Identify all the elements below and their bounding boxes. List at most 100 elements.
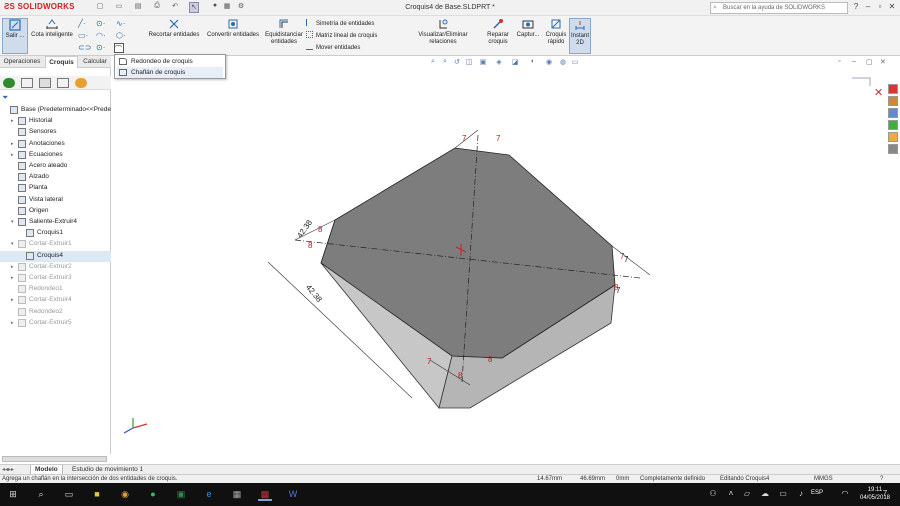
tab-croquis[interactable]: Croquis <box>45 56 78 68</box>
dim-label-left-1[interactable]: 8 <box>308 241 313 250</box>
tab-scroll-icon[interactable]: ◂◂▸▸ <box>2 466 14 473</box>
tab-calcular[interactable]: Calcular <box>79 56 111 68</box>
line-icon[interactable]: ╱· <box>78 19 85 28</box>
viewport-close-icon[interactable]: ✕ <box>880 58 886 66</box>
menu-item-sketch-chamfer[interactable]: Chaflán de croquis <box>117 67 223 78</box>
viewport-restore-icon[interactable]: ▫ <box>838 58 840 65</box>
chrome-icon[interactable]: ◉ <box>118 487 132 501</box>
feature-manager-tab-icon[interactable] <box>3 78 15 88</box>
solidworks-resources-icon[interactable] <box>888 84 898 94</box>
battery-icon[interactable]: ▭ <box>776 487 790 501</box>
tree-item[interactable]: Base (Predeterminado<<Predeterminado> <box>0 105 111 116</box>
section-view-icon[interactable]: ◫ <box>464 58 474 67</box>
hide-show-items-icon[interactable]: ◐ <box>528 58 538 67</box>
display-manager-tab-icon[interactable] <box>75 78 87 88</box>
point-icon[interactable]: ⊙· <box>96 43 105 52</box>
tree-item[interactable]: ▸ Cortar-Extruir3 <box>0 273 111 284</box>
zoom-to-fit-icon[interactable]: ⌕ <box>428 58 438 67</box>
tree-item[interactable]: Alzado <box>0 172 111 183</box>
dim-label-bottom-1[interactable]: 7 <box>427 357 432 366</box>
tree-item[interactable]: Croquis4 <box>0 250 111 262</box>
wifi-icon[interactable]: ◠ <box>838 487 852 501</box>
close-icon[interactable]: ✕ <box>886 2 898 14</box>
edge-icon[interactable]: e <box>202 487 216 501</box>
view-settings-icon[interactable]: ▭ <box>570 58 580 67</box>
onedrive-icon[interactable]: ☁ <box>758 487 772 501</box>
convert-entities-button[interactable]: Convertir entidades <box>204 18 262 54</box>
arc-icon[interactable]: ◠· <box>96 31 106 40</box>
restore-icon[interactable]: ▫ <box>874 2 886 14</box>
property-manager-tab-icon[interactable] <box>21 78 33 88</box>
polygon-icon[interactable]: ⬡· <box>116 31 126 40</box>
capture-button[interactable]: Captur... <box>514 18 542 54</box>
fillet-dropdown-icon[interactable]: ⌒ <box>114 43 124 53</box>
dim-label-left-2[interactable]: 8 <box>318 225 323 234</box>
tab-operaciones[interactable]: Operaciones <box>0 56 44 68</box>
tree-expand-icon[interactable]: ▸ <box>11 141 17 147</box>
file-explorer-taskbar-icon[interactable]: ■ <box>90 487 104 501</box>
tree-item[interactable]: Planta <box>0 183 111 194</box>
tree-expand-icon[interactable]: ▸ <box>11 320 17 326</box>
dim-label-top-1[interactable]: 7 <box>462 134 467 143</box>
circle-icon[interactable]: ⊙· <box>96 19 105 28</box>
volume-icon[interactable]: ♪ <box>794 487 808 501</box>
spline-icon[interactable]: ∿· <box>116 19 125 28</box>
tree-item[interactable]: ▸ Cortar-Extruir2 <box>0 262 111 273</box>
smart-dimension-button[interactable]: Cota inteligente <box>30 18 74 54</box>
notifications-icon[interactable]: 7 <box>878 487 892 501</box>
tree-item[interactable]: Origen <box>0 206 111 217</box>
scene-icon[interactable]: ◍ <box>558 58 568 67</box>
confirmation-corner[interactable]: ✕ <box>852 77 883 99</box>
task-view-icon[interactable]: ▭ <box>62 487 76 501</box>
dynamic-annotation-icon[interactable]: ▣ <box>478 58 488 67</box>
dim-label-bottom-2[interactable]: 8 <box>488 355 493 364</box>
tree-item[interactable]: Sensores <box>0 127 111 138</box>
viewport-minimize-icon[interactable]: – <box>852 58 856 65</box>
dim-label-top-2[interactable]: 7 <box>496 134 501 143</box>
units-selector[interactable]: MMGS <box>814 476 833 482</box>
display-style-icon[interactable]: ◪ <box>510 58 520 67</box>
dimxpert-tab-icon[interactable] <box>57 78 69 88</box>
tree-expand-icon[interactable]: ▸ <box>11 118 17 124</box>
help-icon[interactable]: ? <box>850 2 862 14</box>
view-palette-icon[interactable] <box>888 120 898 130</box>
tree-item[interactable]: Vista lateral <box>0 195 111 206</box>
tree-item[interactable]: ▸ Ecuaciones <box>0 150 111 161</box>
solidworks-taskbar-icon[interactable]: ▩ <box>258 487 272 501</box>
move-entities-button[interactable]: Mover entidades <box>306 43 360 53</box>
tree-item[interactable]: Redondeo1 <box>0 284 111 295</box>
tree-expand-icon[interactable]: ▾ <box>11 219 17 225</box>
custom-properties-icon[interactable] <box>888 144 898 154</box>
design-library-icon[interactable] <box>888 96 898 106</box>
minimize-icon[interactable]: – <box>862 2 874 14</box>
status-help-icon[interactable]: ? <box>880 476 883 482</box>
panel-scrollbar[interactable] <box>2 456 107 462</box>
tree-item[interactable]: Acero aleado <box>0 161 111 172</box>
excel-icon[interactable]: ▣ <box>174 487 188 501</box>
help-search-input[interactable]: ⌕ Buscar en la ayuda de SOLIDWORKS <box>710 2 848 14</box>
language-indicator[interactable]: ESP <box>811 490 823 496</box>
trim-entities-button[interactable]: Recortar entidades <box>146 18 202 54</box>
tree-item[interactable]: ▸ Cortar-Extruir5 <box>0 318 111 329</box>
appearances-icon[interactable] <box>888 132 898 142</box>
slot-icon[interactable]: ⊂⊃ <box>78 43 91 52</box>
word-icon[interactable]: W <box>286 487 300 501</box>
dim-label-bottom-3[interactable]: 8 <box>458 371 463 380</box>
zoom-area-icon[interactable]: ⌕ <box>440 58 450 67</box>
graphics-area[interactable]: 7 7 42.38 8 8 42.38 7 8 7 7 7 8 8 ✕ <box>111 56 900 464</box>
dim-label-42-lower[interactable]: 42.38 <box>304 283 324 305</box>
tree-expand-icon[interactable]: ▸ <box>11 275 17 281</box>
tree-expand-icon[interactable]: ▾ <box>11 241 17 247</box>
network-icon[interactable]: ▱ <box>740 487 754 501</box>
tree-item[interactable]: ▸ Historial <box>0 116 111 127</box>
file-explorer-icon[interactable] <box>888 108 898 118</box>
filter-icon[interactable]: ⏷ <box>2 93 8 103</box>
rectangle-icon[interactable]: ▭· <box>78 31 88 40</box>
tree-item[interactable]: Redondeo2 <box>0 307 111 318</box>
tree-item[interactable]: ▾ Saliente-Extruir4 <box>0 217 111 228</box>
mirror-entities-button[interactable]: Simetría de entidades <box>306 19 374 29</box>
tree-item[interactable]: ▸ Anotaciones <box>0 139 111 150</box>
viewport-maximize-icon[interactable]: ▢ <box>866 58 873 66</box>
configuration-manager-tab-icon[interactable] <box>39 78 51 88</box>
previous-view-icon[interactable]: ↺ <box>452 58 462 67</box>
